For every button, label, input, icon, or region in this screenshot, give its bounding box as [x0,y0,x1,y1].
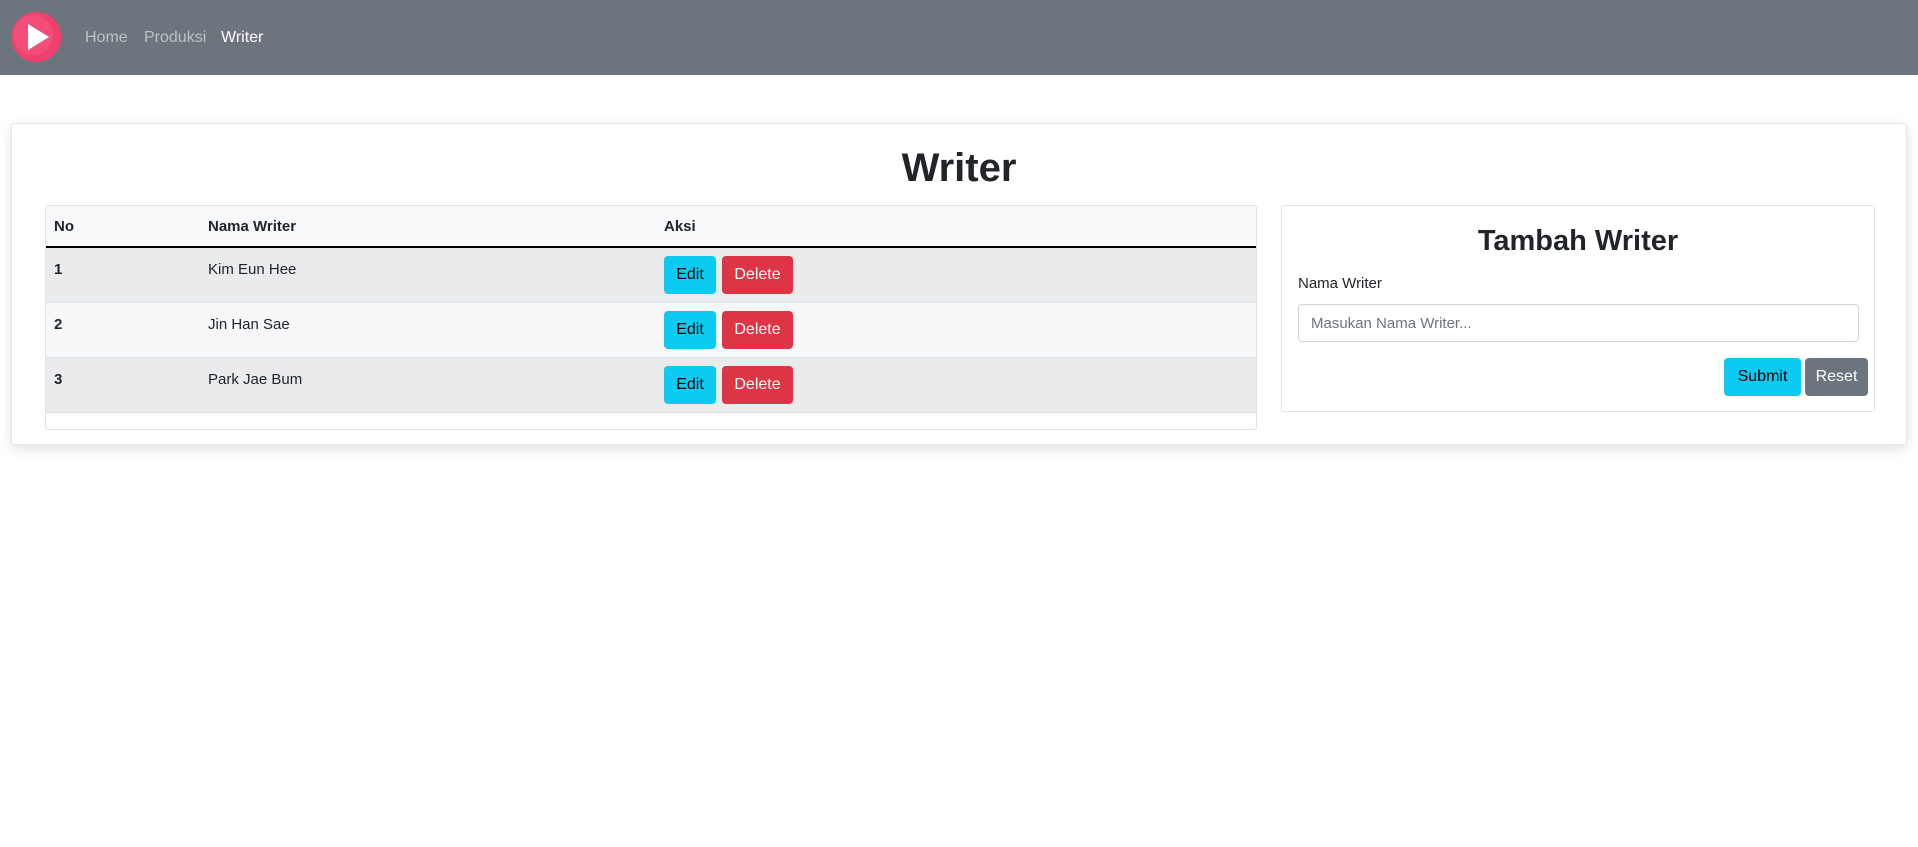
row-actions: Edit Delete [656,357,1256,412]
row-number: 2 [54,315,63,333]
delete-button[interactable]: Delete [722,256,793,294]
column-header-no: No [54,217,74,235]
form-title: Tambah Writer [1477,225,1679,257]
play-logo-icon[interactable] [11,12,61,62]
column-header-nama-writer: Nama Writer [208,217,297,235]
row-actions: Edit Delete [656,247,1256,302]
edit-button[interactable]: Edit [664,365,716,404]
nav-link-writer[interactable]: Writer [221,28,263,48]
submit-button[interactable]: Submit [1724,358,1801,396]
edit-button[interactable]: Edit [664,256,716,294]
nav-link-home[interactable]: Home [85,28,128,48]
add-writer-form: Tambah Writer Nama Writer Submit Reset [1281,205,1875,412]
writer-table: No Nama Writer Aksi 1 Kim Eun Hee Edit De… [46,206,1256,413]
navbar: Home Produksi Writer [0,0,1918,75]
table-row: 2 Jin Han Sae Edit Delete [46,302,1256,357]
writer-name: Park Jae Bum [208,370,303,388]
edit-button[interactable]: Edit [664,310,716,349]
nav-link-produksi[interactable]: Produksi [144,28,206,48]
writer-name: Kim Eun Hee [208,261,297,278]
delete-button[interactable]: Delete [722,365,793,404]
nama-writer-input[interactable] [1298,304,1859,342]
table-row: 1 Kim Eun Hee Edit Delete [46,247,1256,302]
column-header-aksi: Aksi [664,217,696,235]
page-title: Writer [901,146,1017,190]
main-card: Writer No Nama Writer Aksi 1 Kim Eun Hee… [11,123,1907,445]
row-number: 1 [54,261,63,278]
writer-name: Jin Han Sae [208,315,290,333]
writer-table-container: No Nama Writer Aksi 1 Kim Eun Hee Edit De… [45,205,1257,430]
row-number: 3 [54,370,63,388]
nama-writer-label: Nama Writer [1298,275,1382,292]
table-row: 3 Park Jae Bum Edit Delete [46,357,1256,412]
row-actions: Edit Delete [656,302,1256,357]
delete-button[interactable]: Delete [722,310,793,349]
table-header-row: No Nama Writer Aksi [46,206,1256,247]
reset-button[interactable]: Reset [1805,358,1868,396]
